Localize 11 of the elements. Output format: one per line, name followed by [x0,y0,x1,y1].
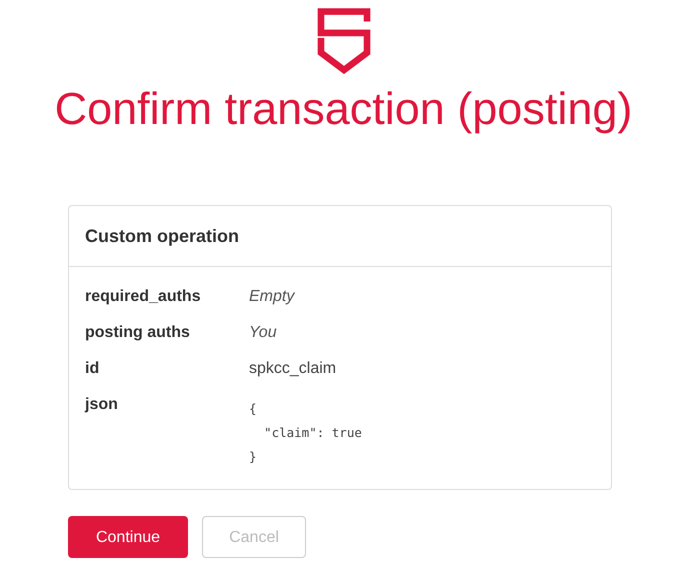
card-heading: Custom operation [69,206,611,267]
field-value: You [249,324,277,341]
page-title: Confirm transaction (posting) [54,83,632,135]
field-value: Empty [249,288,294,305]
field-label: required_auths [85,287,202,307]
field-label: id [85,359,100,379]
json-code: { "claim": true } [249,400,363,466]
field-label: posting auths [85,323,191,343]
continue-button[interactable]: Continue [68,516,188,558]
field-value: spkcc_claim [249,360,336,377]
field-label: json [85,395,119,415]
